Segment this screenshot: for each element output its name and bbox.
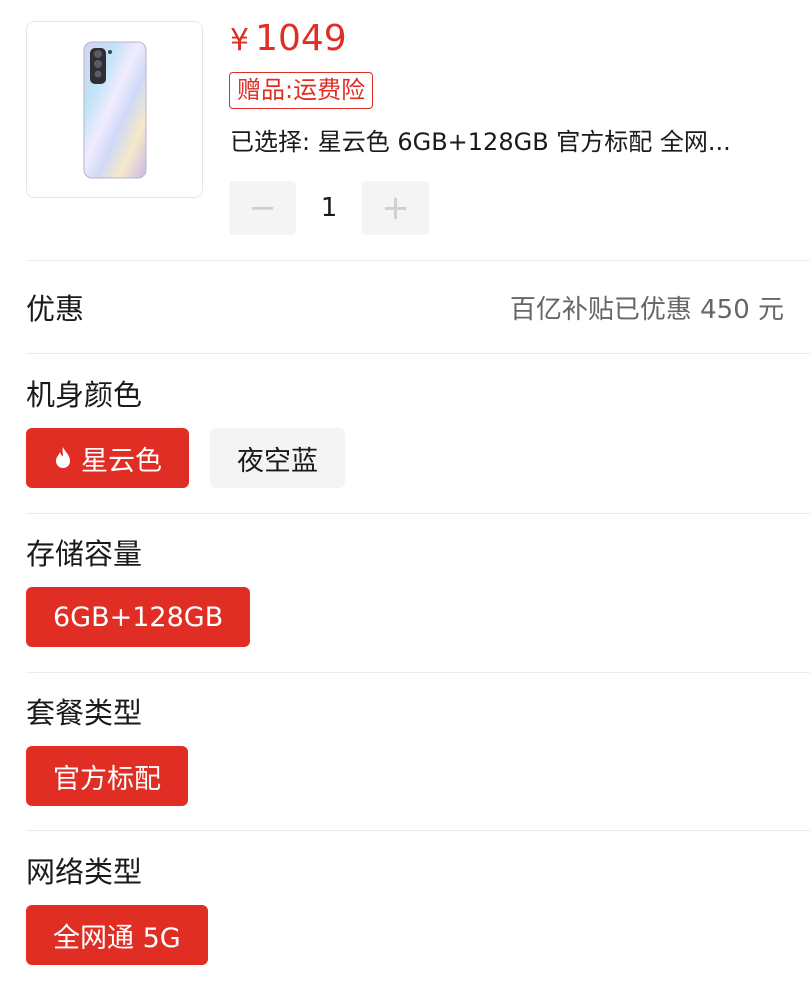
option-label: 官方标配 xyxy=(53,763,161,795)
package-section: 套餐类型 官方标配 xyxy=(26,693,810,806)
product-price: ¥1049 xyxy=(230,18,347,62)
section-title: 机身颜色 xyxy=(26,378,143,412)
color-section: 机身颜色 星云色 夜空蓝 xyxy=(26,375,810,488)
section-title: 套餐类型 xyxy=(26,696,143,730)
product-header: ¥1049 赠品:运费险 已选择: 星云色 6GB+128GB 官方标配 全网.… xyxy=(0,0,810,260)
price-value: 1049 xyxy=(255,18,347,59)
product-thumbnail[interactable] xyxy=(26,21,203,198)
divider xyxy=(26,353,810,354)
currency-symbol: ¥ xyxy=(230,23,250,58)
discount-value: 百亿补贴已优惠 450 元 xyxy=(509,294,784,325)
option-night-blue[interactable]: 夜空蓝 xyxy=(210,428,345,488)
selected-summary: 已选择: 星云色 6GB+128GB 官方标配 全网... xyxy=(230,128,731,156)
divider xyxy=(26,513,810,514)
option-label: 6GB+128GB xyxy=(53,601,224,633)
plus-icon: + xyxy=(381,188,410,228)
section-title: 网络类型 xyxy=(26,855,143,889)
network-section: 网络类型 全网通 5G xyxy=(26,852,810,965)
divider xyxy=(26,260,810,261)
quantity-stepper: − 1 + xyxy=(229,181,429,235)
option-nebula-color[interactable]: 星云色 xyxy=(26,428,189,488)
discount-row[interactable]: 优惠 百亿补贴已优惠 450 元 xyxy=(26,262,784,352)
storage-section: 存储容量 6GB+128GB xyxy=(26,534,810,647)
option-label: 夜空蓝 xyxy=(237,445,318,477)
option-list: 星云色 夜空蓝 xyxy=(26,428,810,488)
option-package-standard[interactable]: 官方标配 xyxy=(26,746,188,806)
option-list: 官方标配 xyxy=(26,746,810,806)
divider xyxy=(26,830,810,831)
option-storage-6-128[interactable]: 6GB+128GB xyxy=(26,587,251,647)
divider xyxy=(26,672,810,673)
option-label: 星云色 xyxy=(81,445,162,477)
increase-button[interactable]: + xyxy=(362,181,429,235)
option-label: 全网通 5G xyxy=(53,922,181,954)
option-list: 6GB+128GB xyxy=(26,587,810,647)
minus-icon: − xyxy=(248,188,277,228)
discount-label: 优惠 xyxy=(26,292,85,326)
section-title: 存储容量 xyxy=(26,537,143,571)
phone-image xyxy=(83,41,146,178)
option-list: 全网通 5G xyxy=(26,905,810,965)
decrease-button[interactable]: − xyxy=(229,181,296,235)
fire-icon xyxy=(53,446,73,470)
option-network-5g[interactable]: 全网通 5G xyxy=(26,905,208,965)
gift-badge: 赠品:运费险 xyxy=(229,72,374,109)
quantity-value[interactable]: 1 xyxy=(296,193,362,223)
